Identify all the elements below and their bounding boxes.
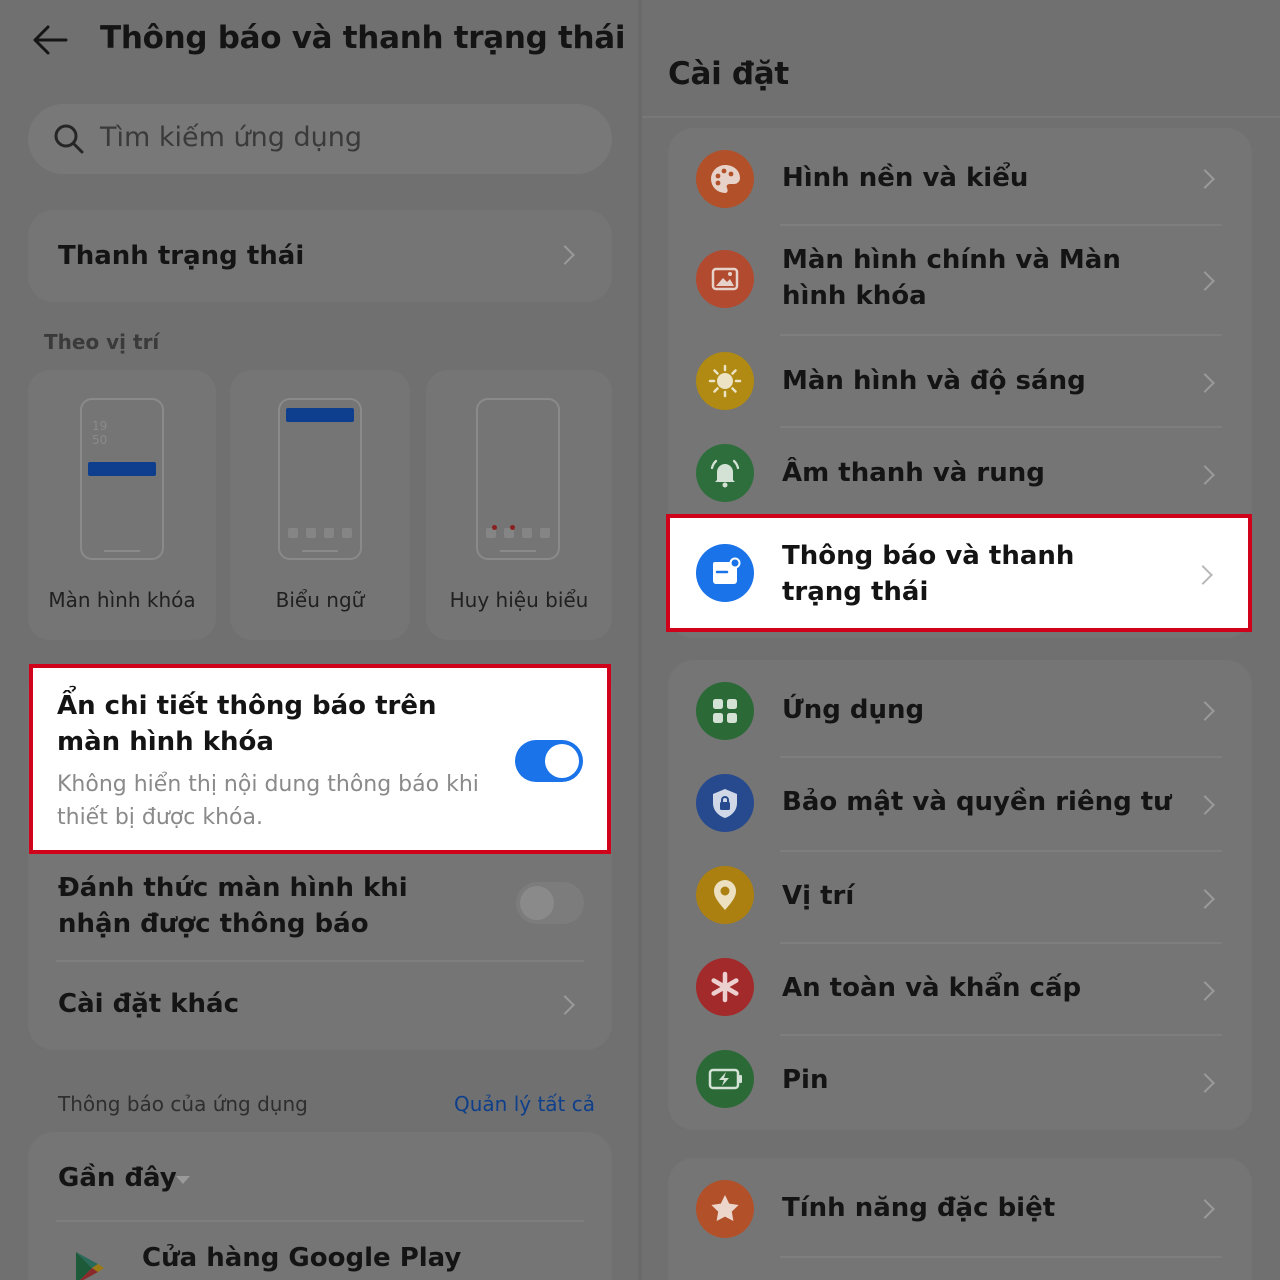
tile-badge[interactable]: Huy hiệu biểu <box>426 370 612 640</box>
asterisk-icon <box>696 958 754 1016</box>
settings-item-label: Pin <box>782 1065 829 1095</box>
lock-clock-minute: 50 <box>92 433 108 447</box>
settings-panel: Cài đặt Hình nền và kiểu Màn hình chính … <box>642 0 1280 1280</box>
chevron-right-icon <box>555 245 575 265</box>
tile-lock-screen[interactable]: 19 50 Màn hình khóa <box>28 370 216 640</box>
settings-item-label: Thông báo và thanh trạng thái <box>782 541 1075 607</box>
chevron-right-icon <box>1195 169 1215 189</box>
settings-item-label: Ứng dụng <box>782 695 925 725</box>
settings-item-label: Âm thanh và rung <box>782 458 1045 488</box>
hide-details-row[interactable]: Ẩn chi tiết thông báo trên màn hình khóa… <box>29 664 611 854</box>
settings-item-label: Vị trí <box>782 881 855 911</box>
notification-icon <box>696 544 754 602</box>
manage-all-link[interactable]: Quản lý tất cả <box>454 1092 595 1116</box>
tile-banner[interactable]: Biểu ngữ <box>230 370 410 640</box>
tile-label: Huy hiệu biểu <box>449 588 589 612</box>
settings-item-sound[interactable]: Âm thanh và rung <box>668 428 1252 520</box>
chevron-right-icon <box>1193 565 1213 585</box>
wake-screen-label: Đánh thức màn hình khi nhận được thông b… <box>58 873 408 939</box>
chevron-right-icon <box>1195 795 1215 815</box>
back-arrow-icon[interactable] <box>30 22 70 58</box>
app-list-card: Gần đây Cửa hàng Google Play <box>28 1132 612 1280</box>
divider <box>56 1220 584 1222</box>
dock-dots <box>486 525 552 538</box>
chevron-right-icon <box>1195 889 1215 909</box>
sun-icon <box>696 352 754 410</box>
toggle-knob <box>520 886 554 920</box>
app-notifications-label: Thông báo của ứng dụng <box>58 1092 308 1116</box>
banner-bar <box>286 408 354 422</box>
chevron-right-icon <box>1195 271 1215 291</box>
search-input[interactable]: Tìm kiếm ứng dụng <box>100 122 362 153</box>
lock-screen-phone-icon: 19 50 <box>80 398 164 560</box>
chevron-right-icon <box>1195 373 1215 393</box>
notification-settings-panel: Thông báo và thanh trạng thái Tìm kiếm ứ… <box>0 0 638 1280</box>
banner-phone-icon <box>278 398 362 560</box>
star-icon <box>696 1180 754 1238</box>
tile-label: Màn hình khóa <box>48 588 196 612</box>
settings-item-wallpaper[interactable]: Hình nền và kiểu <box>668 128 1252 224</box>
header-divider <box>642 116 1280 118</box>
settings-item-display[interactable]: Màn hình và độ sáng <box>668 336 1252 428</box>
settings-item-home-lock[interactable]: Màn hình chính và Màn hình khóa <box>668 226 1252 334</box>
chevron-right-icon <box>1195 1199 1215 1219</box>
home-indicator <box>104 550 140 552</box>
settings-item-safety[interactable]: An toàn và khẩn cấp <box>668 944 1252 1036</box>
lock-notification-bar <box>88 462 156 476</box>
settings-item-security[interactable]: Bảo mật và quyền riêng tư <box>668 758 1252 850</box>
divider <box>56 960 584 962</box>
home-indicator <box>302 550 338 552</box>
settings-item-label: Bảo mật và quyền riêng tư <box>782 787 1172 817</box>
settings-item-label: An toàn và khẩn cấp <box>782 973 1082 1003</box>
page-title: Thông báo và thanh trạng thái <box>100 20 626 56</box>
settings-item-label: Màn hình chính và Màn hình khóa <box>782 245 1121 311</box>
settings-item-location[interactable]: Vị trí <box>668 852 1252 944</box>
bell-icon <box>696 444 754 502</box>
badge-phone-icon <box>476 398 560 560</box>
dropdown-arrow-icon <box>176 1176 190 1184</box>
chevron-right-icon <box>1195 465 1215 485</box>
settings-item-label: Tính năng đặc biệt <box>782 1193 1056 1223</box>
settings-title: Cài đặt <box>668 56 789 92</box>
status-bar-item[interactable]: Thanh trạng thái <box>28 210 612 302</box>
settings-item-apps[interactable]: Ứng dụng <box>668 660 1252 756</box>
settings-item-battery[interactable]: Pin <box>668 1036 1252 1128</box>
wake-screen-toggle[interactable] <box>516 882 584 924</box>
hide-details-title: Ẩn chi tiết thông báo trên màn hình khóa <box>57 691 437 757</box>
chevron-right-icon <box>1195 701 1215 721</box>
toggle-knob <box>545 744 579 778</box>
other-settings-label[interactable]: Cài đặt khác <box>58 986 239 1022</box>
chevron-right-icon <box>555 995 575 1015</box>
hide-details-toggle[interactable] <box>515 740 583 782</box>
hide-details-description: Không hiển thị nội dung thông báo khi th… <box>57 772 479 830</box>
settings-item-label: Màn hình và độ sáng <box>782 366 1086 396</box>
chevron-right-icon <box>1195 1073 1215 1093</box>
section-by-position: Theo vị trí <box>44 330 160 354</box>
search-icon <box>52 122 86 156</box>
settings-group-2: Ứng dụng Bảo mật và quyền riêng tư Vị tr… <box>668 660 1252 1130</box>
app-name[interactable]: Cửa hàng Google Play <box>142 1240 461 1276</box>
settings-item-special-features[interactable]: Tính năng đặc biệt <box>668 1158 1252 1258</box>
recent-dropdown[interactable]: Gần đây <box>58 1160 177 1196</box>
lock-clock-hour: 19 <box>92 419 108 433</box>
shield-lock-icon <box>696 774 754 832</box>
search-bar[interactable]: Tìm kiếm ứng dụng <box>28 104 612 174</box>
apps-grid-icon <box>696 682 754 740</box>
settings-item-label: Hình nền và kiểu <box>782 163 1029 193</box>
picture-icon <box>696 250 754 308</box>
tile-label: Biểu ngữ <box>275 588 365 612</box>
settings-group-3: Tính năng đặc biệt <box>668 1158 1252 1280</box>
home-indicator <box>500 550 536 552</box>
settings-item-notifications[interactable]: Thông báo và thanh trạng thái <box>666 514 1252 632</box>
palette-icon <box>696 150 754 208</box>
battery-icon <box>696 1050 754 1108</box>
dock-dots <box>288 528 354 538</box>
chevron-right-icon <box>1195 981 1215 1001</box>
status-bar-label: Thanh trạng thái <box>58 241 305 271</box>
divider <box>780 1256 1222 1258</box>
location-pin-icon <box>696 866 754 924</box>
google-play-icon <box>74 1250 106 1280</box>
